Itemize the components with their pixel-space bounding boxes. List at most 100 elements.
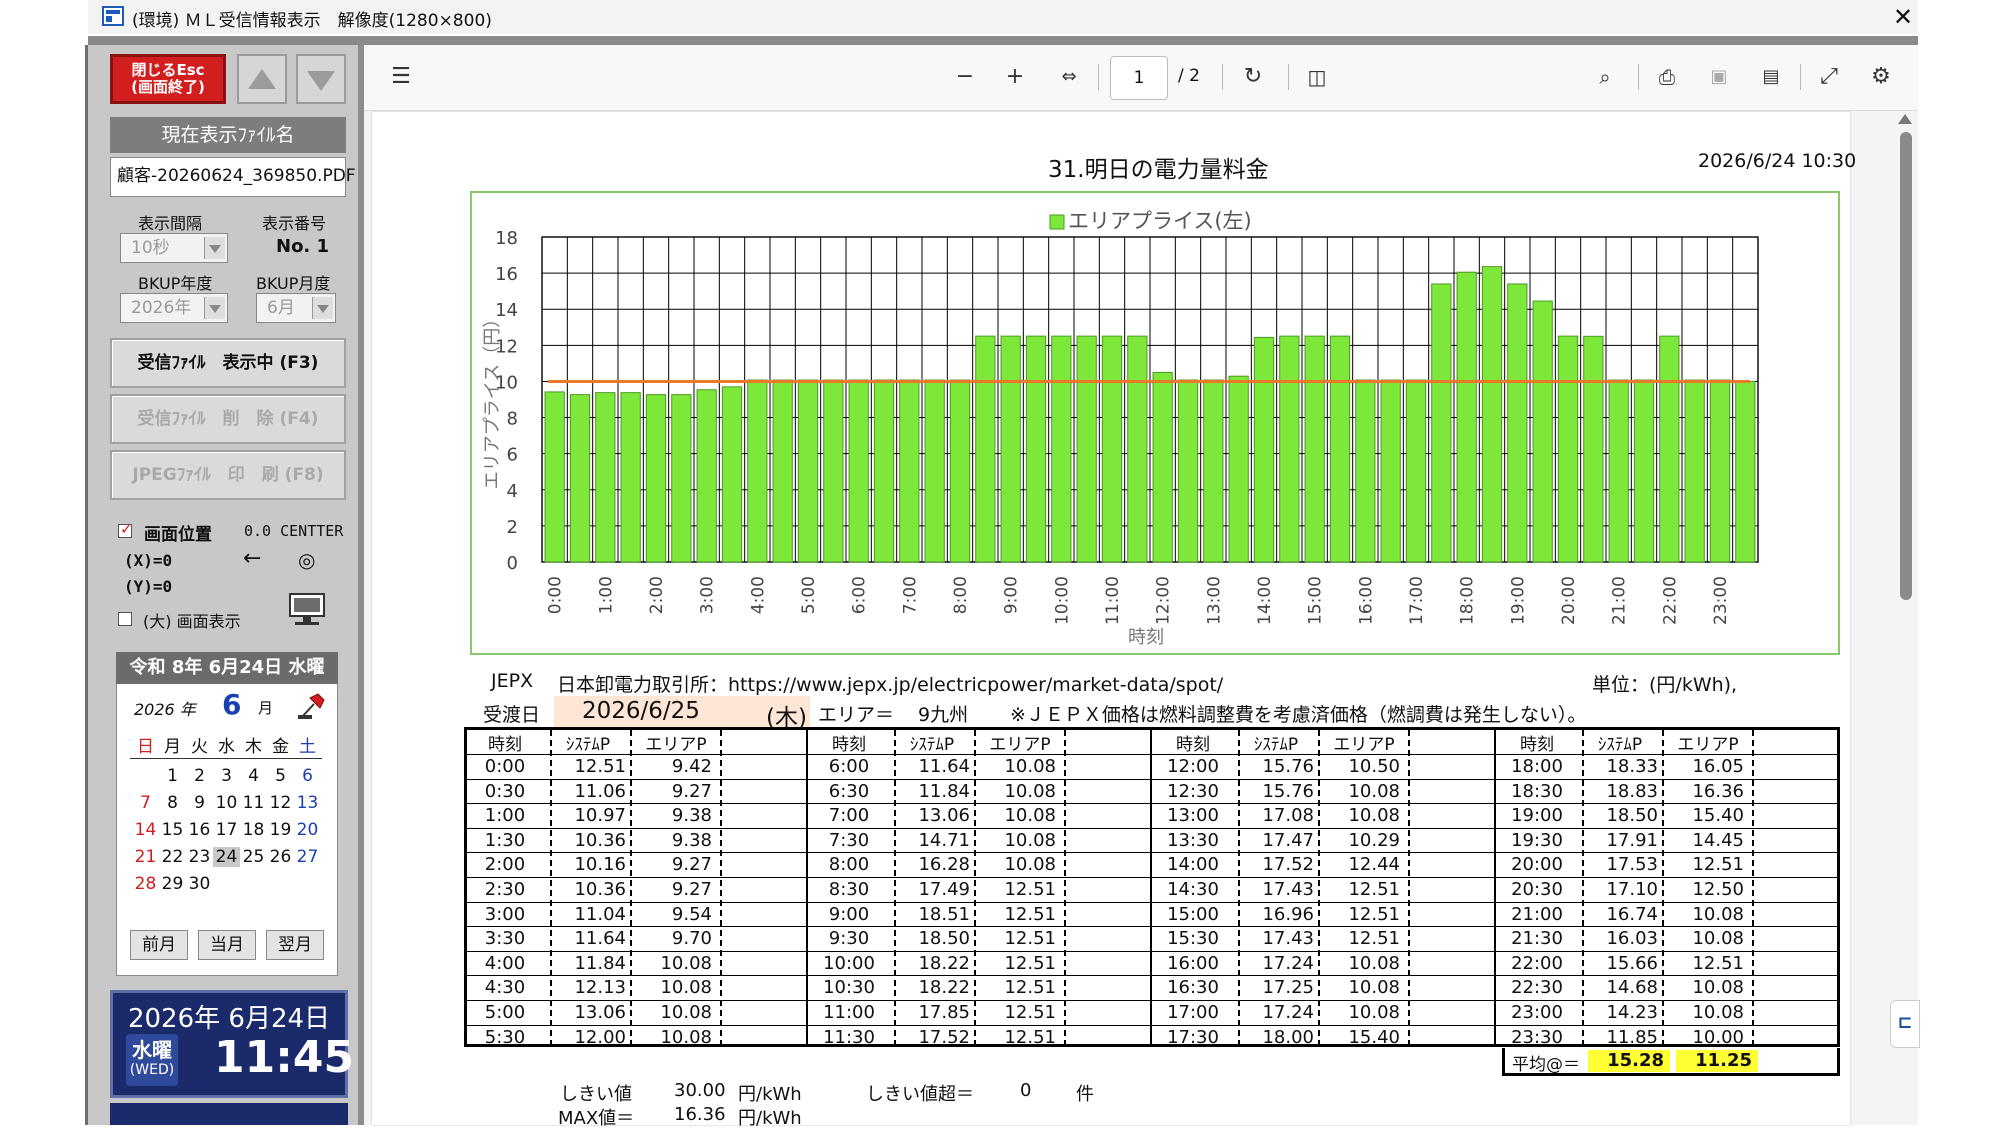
prev-file-button[interactable] xyxy=(237,54,287,104)
table-cell-system: 17.25 xyxy=(1262,977,1314,999)
calendar-day[interactable]: 7 xyxy=(132,793,159,813)
calendar-day[interactable]: 25 xyxy=(240,847,267,867)
table-cell-area: 14.45 xyxy=(1692,829,1744,851)
calendar-day[interactable]: 30 xyxy=(186,874,213,894)
screen-position-checkbox[interactable]: ✓ xyxy=(118,520,133,538)
calendar-day[interactable]: 23 xyxy=(186,847,213,867)
calendar-day[interactable]: 13 xyxy=(294,793,321,813)
page-number-input[interactable]: 1 xyxy=(1110,56,1168,100)
table-cell-time: 23:30 xyxy=(1511,1026,1563,1048)
target-icon[interactable]: ◎ xyxy=(298,548,315,572)
calendar-day[interactable]: 27 xyxy=(294,847,321,867)
print-jpeg-button[interactable]: JPEGﾌｧｲﾙ 印 刷 (F8) xyxy=(110,450,346,500)
calendar-day[interactable]: 6 xyxy=(294,766,321,786)
monitor-icon[interactable] xyxy=(287,592,327,626)
chart-bar xyxy=(721,386,743,563)
zoom-out-icon[interactable]: − xyxy=(950,62,980,92)
calendar-day[interactable]: 19 xyxy=(267,820,294,840)
calendar-day[interactable]: 20 xyxy=(294,820,321,840)
table-cell-time: 3:00 xyxy=(484,903,526,925)
outline-icon[interactable]: ☰ xyxy=(386,62,416,92)
x-tick-label: 5:00 xyxy=(799,576,819,614)
table-cell-area: 10.08 xyxy=(1692,928,1744,950)
calendar-day[interactable]: 4 xyxy=(240,766,267,786)
interval-select[interactable]: 10秒 xyxy=(120,233,228,263)
prev-month-button[interactable]: 前月 xyxy=(130,930,188,960)
next-month-button[interactable]: 翌月 xyxy=(266,930,324,960)
calendar-day[interactable]: 2 xyxy=(186,766,213,786)
calendar-day[interactable]: 28 xyxy=(132,874,159,894)
y-tick-label: 8 xyxy=(507,409,518,430)
table-cell-area: 12.51 xyxy=(1692,952,1744,974)
close-app-button[interactable]: 閉じるEsc (画面終了) xyxy=(110,54,226,104)
calendar-day[interactable]: 14 xyxy=(132,820,159,840)
calendar-day[interactable]: 26 xyxy=(267,847,294,867)
calendar-day[interactable]: 21 xyxy=(132,847,159,867)
calendar-day[interactable]: 17 xyxy=(213,820,240,840)
page-view-icon[interactable]: ◫ xyxy=(1302,62,1332,92)
calendar-day[interactable]: 15 xyxy=(159,820,186,840)
receive-file-button[interactable]: 受信ﾌｧｲﾙ 表示中 (F3) xyxy=(110,338,346,388)
table-cell-time: 19:30 xyxy=(1511,829,1563,851)
table-cell-system: 11.64 xyxy=(918,756,970,777)
chart-bar xyxy=(1101,335,1123,563)
calendar-day[interactable]: 12 xyxy=(267,793,294,813)
calendar-day[interactable]: 3 xyxy=(213,766,240,786)
calendar-day[interactable]: 10 xyxy=(213,793,240,813)
calendar-day[interactable]: 16 xyxy=(186,820,213,840)
max-unit: 円/kWh xyxy=(738,1108,802,1129)
chart-bar xyxy=(747,379,768,563)
table-cell-time: 16:30 xyxy=(1167,977,1219,999)
settings-gear-icon[interactable]: ⚙ xyxy=(1866,62,1896,92)
table-cell-time: 14:00 xyxy=(1167,854,1219,876)
title-separator xyxy=(88,36,1918,45)
table-cell-area: 16.36 xyxy=(1692,780,1744,802)
window-close-button[interactable]: ✕ xyxy=(1888,2,1918,32)
pin-icon[interactable] xyxy=(296,688,330,722)
rotate-icon[interactable]: ↻ xyxy=(1238,62,1268,92)
bkup-year-select[interactable]: 2026年 xyxy=(120,293,228,323)
print-icon[interactable]: ⎙ xyxy=(1652,62,1682,92)
table-cell-time: 2:30 xyxy=(484,879,526,900)
calendar-day[interactable]: 11 xyxy=(240,793,267,813)
calendar-day[interactable]: 29 xyxy=(159,874,186,894)
area-label: エリア＝ xyxy=(818,704,895,726)
next-file-button[interactable] xyxy=(296,54,346,104)
scroll-up-arrow-icon[interactable] xyxy=(1898,114,1912,124)
row-divider xyxy=(808,1024,1152,1026)
row-divider xyxy=(464,950,808,952)
calendar-day[interactable]: 8 xyxy=(159,793,186,813)
table-cell-system: 16.03 xyxy=(1606,928,1658,950)
calendar-day[interactable]: 5 xyxy=(267,766,294,786)
calendar-day[interactable]: 24 xyxy=(213,847,240,867)
clock-time: 11:45 xyxy=(214,1032,355,1083)
calendar-month-suffix: 月 xyxy=(258,699,274,717)
fullscreen-icon[interactable]: ⤢ xyxy=(1814,62,1844,92)
table-cell-system: 10.97 xyxy=(574,805,626,827)
calendar-day[interactable]: 22 xyxy=(159,847,186,867)
big-screen-checkbox[interactable] xyxy=(118,612,132,626)
x-tick-label: 9:00 xyxy=(1002,576,1022,614)
calendar-day[interactable]: 1 xyxy=(159,766,186,786)
table-cell-area: 12.51 xyxy=(1004,928,1056,950)
save-icon[interactable]: ▣ xyxy=(1704,62,1734,92)
bkup-month-select[interactable]: 6月 xyxy=(256,293,336,323)
scrollbar-thumb[interactable] xyxy=(1900,132,1912,600)
current-month-button[interactable]: 当月 xyxy=(198,930,256,960)
calendar-day[interactable]: 9 xyxy=(186,793,213,813)
zoom-in-icon[interactable]: + xyxy=(1000,62,1030,92)
x-tick-label: 7:00 xyxy=(900,576,920,614)
calendar-day[interactable]: 18 xyxy=(240,820,267,840)
save-as-icon[interactable]: ▤ xyxy=(1756,62,1786,92)
row-divider xyxy=(464,926,808,928)
search-icon[interactable]: ⌕ xyxy=(1590,62,1620,92)
average-area: 11.25 xyxy=(1695,1050,1752,1071)
calendar-divider xyxy=(130,758,322,759)
fit-width-icon[interactable]: ⇔ xyxy=(1054,62,1084,92)
table-cell-system: 18.00 xyxy=(1262,1026,1314,1048)
left-arrow-icon[interactable]: ← xyxy=(243,546,261,571)
x-tick-label: 13:00 xyxy=(1204,576,1224,625)
delete-file-button[interactable]: 受信ﾌｧｲﾙ 削 除 (F4) xyxy=(110,394,346,444)
table-cell-system: 11.84 xyxy=(918,780,970,802)
side-panel-tab[interactable]: ⊏ xyxy=(1890,1000,1920,1048)
